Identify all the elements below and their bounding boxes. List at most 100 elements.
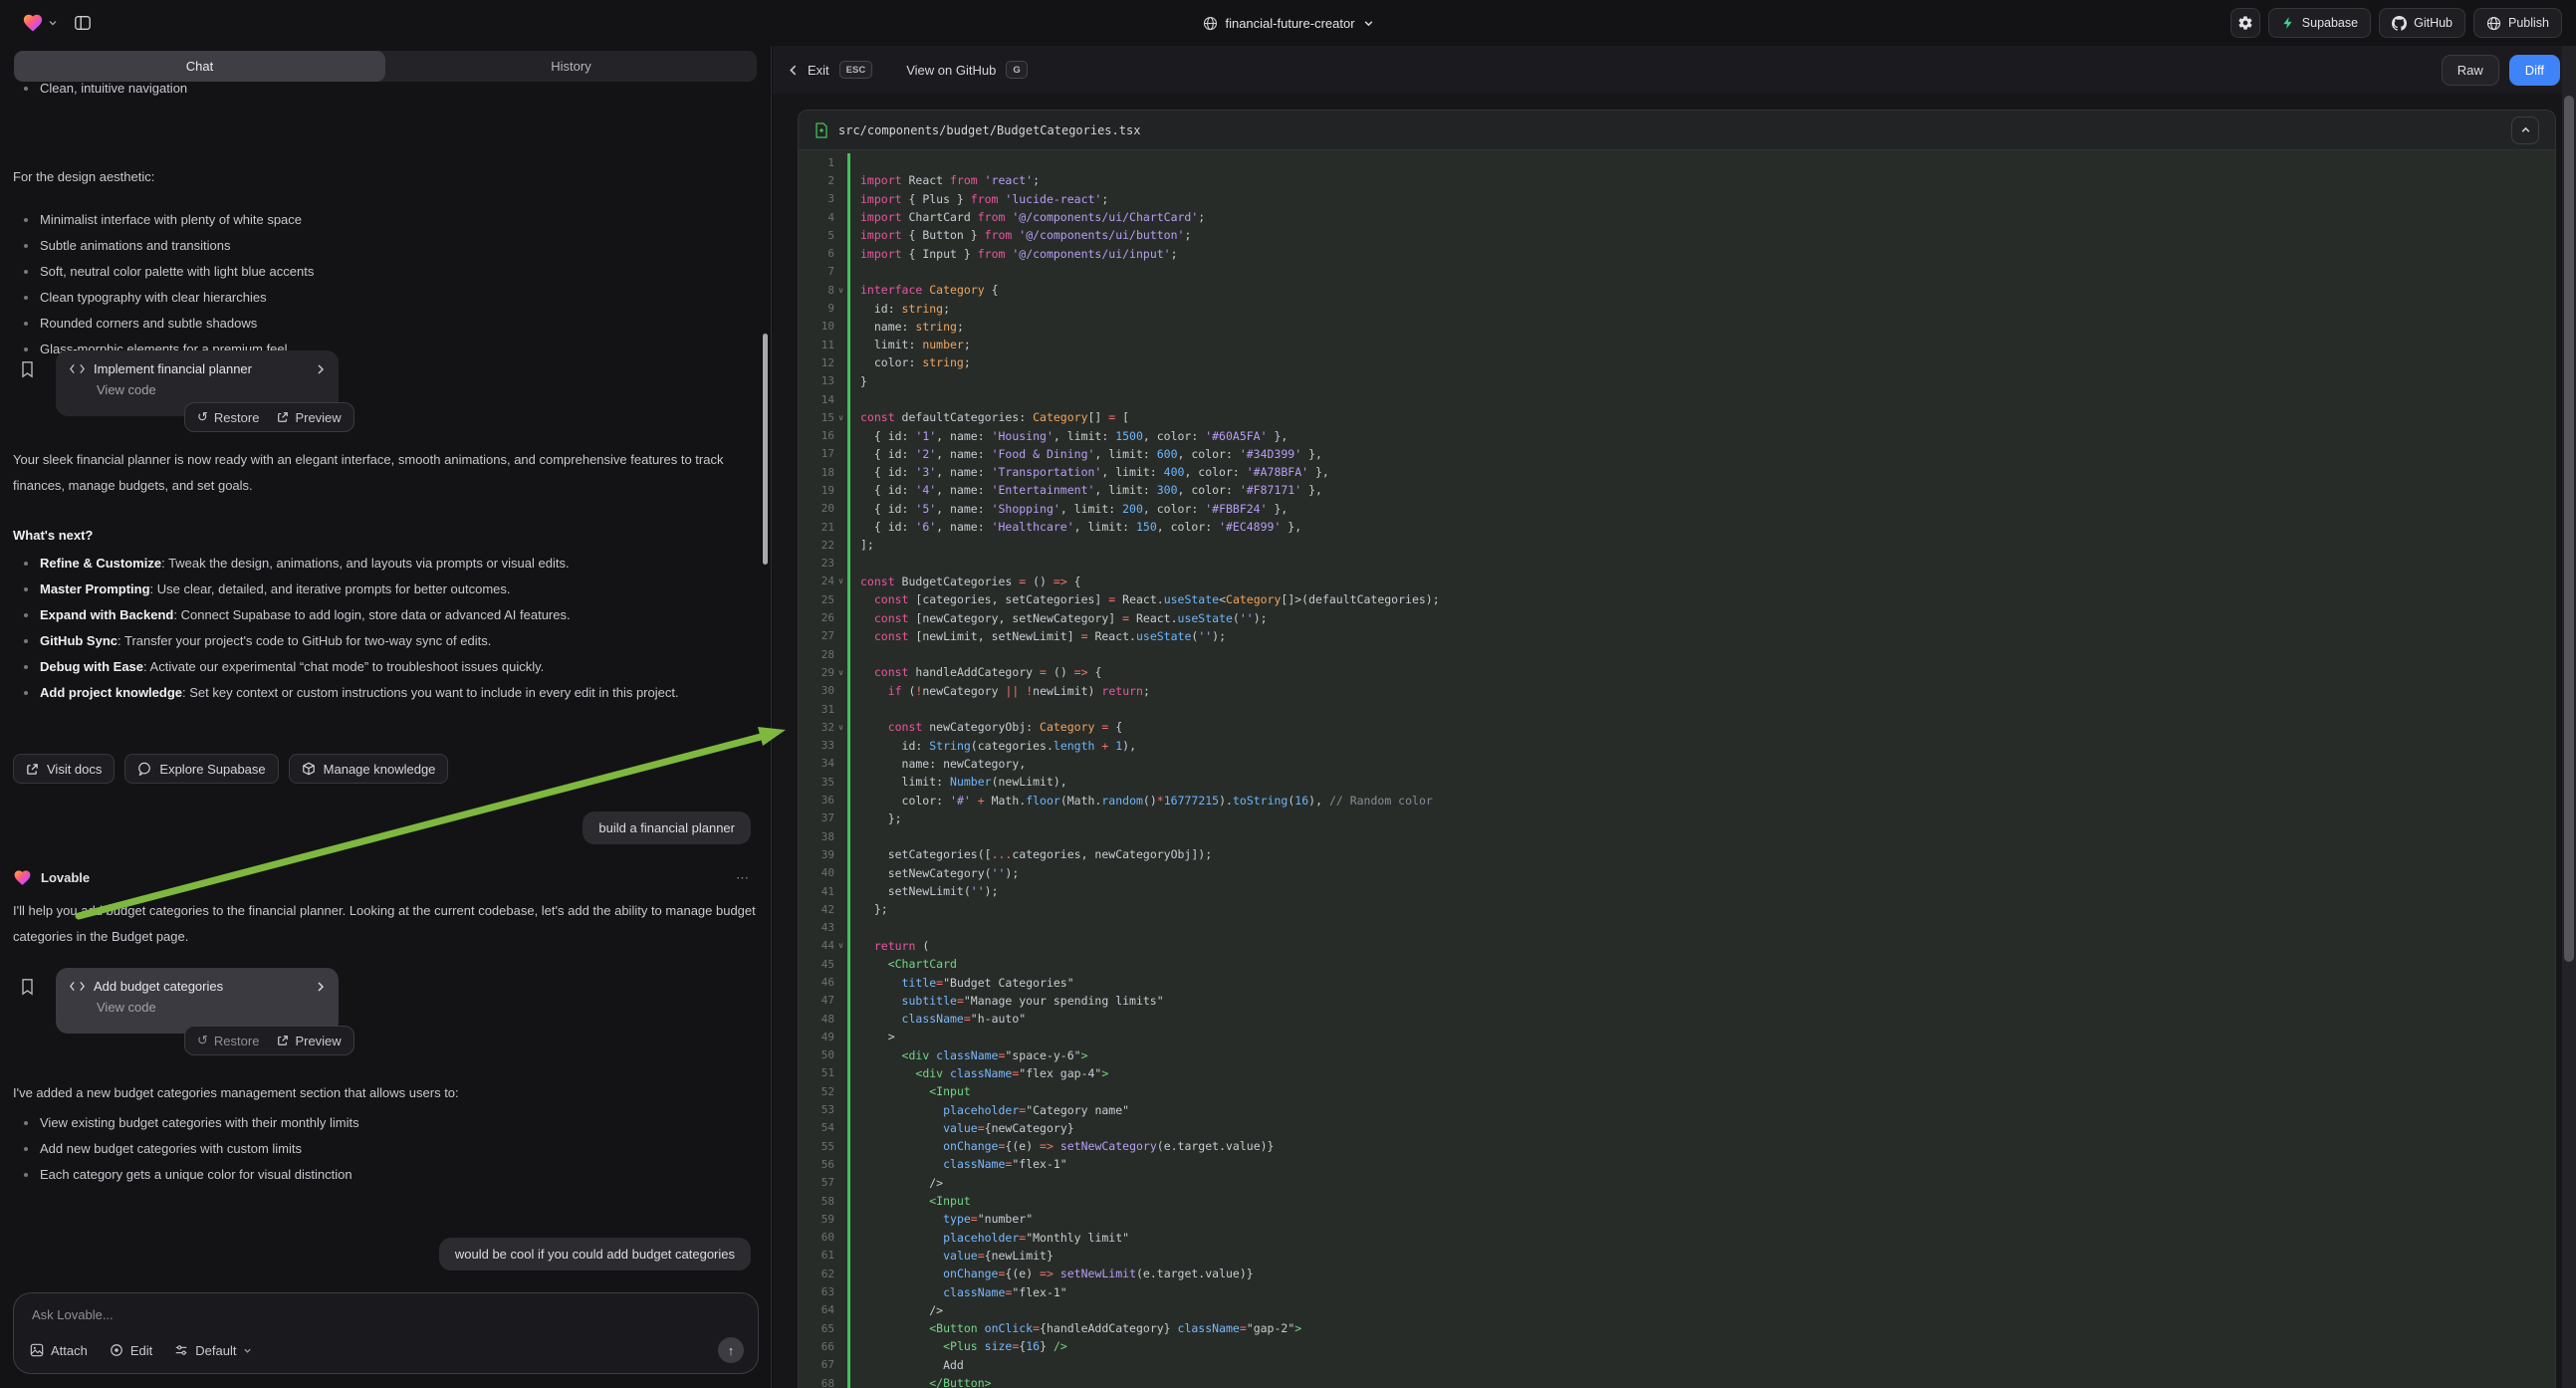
list-item: Subtle animations and transitions [40, 233, 758, 259]
project-selector[interactable]: financial-future-creator [1202, 0, 1373, 46]
list-item: GitHub Sync: Transfer your project's cod… [40, 628, 758, 654]
list-item: Add new budget categories with custom li… [40, 1136, 758, 1162]
code-icon [70, 981, 85, 992]
explore-supabase-button[interactable]: Explore Supabase [124, 754, 278, 784]
code-line: 50 <div className="space-y-6"> [799, 1046, 2555, 1064]
github-label: GitHub [2414, 16, 2453, 30]
added-paragraph: I've added a new budget categories manag… [13, 1080, 758, 1106]
send-button[interactable]: ↑ [718, 1337, 744, 1363]
code-line: 30 if (!newCategory || !newLimit) return… [799, 682, 2555, 700]
code-editor[interactable]: 12import React from 'react';3import { Pl… [799, 150, 2555, 1388]
chevron-right-icon [317, 363, 325, 375]
version-card-add-budget-categories[interactable]: Add budget categories View code [56, 968, 339, 1034]
code-icon [70, 363, 85, 374]
manage-knowledge-button[interactable]: Manage knowledge [289, 754, 449, 784]
code-line: 15∨const defaultCategories: Category[] =… [799, 408, 2555, 426]
added-bullet-list: View existing budget categories with the… [13, 1110, 758, 1188]
chat-input[interactable] [32, 1307, 740, 1322]
code-line: 23 [799, 555, 2555, 573]
code-line: 41 setNewLimit(''); [799, 882, 2555, 900]
manage-knowledge-label: Manage knowledge [324, 762, 436, 777]
bookmark-icon[interactable] [20, 360, 35, 378]
code-line: 59 type="number" [799, 1210, 2555, 1228]
restore-button[interactable]: ↺ Restore [197, 1033, 259, 1048]
lovable-logo-menu[interactable] [22, 12, 58, 34]
external-link-icon [277, 411, 289, 423]
code-line: 7 [799, 263, 2555, 281]
chat-panel: Chat History Clean, intuitive navigation… [0, 46, 772, 1388]
code-line: 28 [799, 645, 2555, 663]
top-header: financial-future-creator Supabase [0, 0, 2576, 46]
view-code-link[interactable]: View code [97, 1000, 325, 1015]
list-item: Add project knowledge: Set key context o… [40, 680, 758, 706]
chat-message-fragment: Clean, intuitive navigation [13, 76, 758, 102]
mode-select[interactable]: Default [174, 1343, 252, 1358]
mode-label: Default [195, 1343, 236, 1358]
restore-label: Restore [214, 1034, 260, 1048]
external-link-icon [26, 763, 39, 776]
visit-docs-button[interactable]: Visit docs [13, 754, 115, 784]
list-item: Soft, neutral color palette with light b… [40, 259, 758, 285]
attach-button[interactable]: Attach [30, 1343, 88, 1358]
code-line: 25 const [categories, setCategories] = R… [799, 590, 2555, 608]
restore-button[interactable]: ↺ Restore [197, 409, 259, 425]
code-line: 39 setCategories([...categories, newCate… [799, 845, 2555, 863]
edit-button[interactable]: Edit [110, 1343, 152, 1358]
user-message-2: would be cool if you could add budget ca… [439, 1238, 751, 1271]
code-line: 29∨ const handleAddCategory = () => { [799, 663, 2555, 681]
g-key-badge: G [1006, 61, 1027, 79]
chat-scrollbar[interactable] [763, 334, 768, 565]
code-line: 27 const [newLimit, setNewLimit] = React… [799, 627, 2555, 645]
code-line: 68 </Button> [799, 1374, 2555, 1388]
settings-button[interactable] [2230, 8, 2260, 38]
globe-icon [1202, 16, 1217, 31]
code-line: 61 value={newLimit} [799, 1247, 2555, 1265]
assistant-intro: I'll help you add budget categories to t… [13, 898, 758, 950]
code-line: 63 className="flex-1" [799, 1282, 2555, 1300]
sidebar-toggle-icon[interactable] [68, 8, 98, 38]
code-line: 12 color: string; [799, 353, 2555, 371]
restore-label: Restore [214, 410, 260, 425]
supabase-label: Supabase [2302, 16, 2358, 30]
list-item: Minimalist interface with plenty of whit… [40, 207, 758, 233]
code-topbar: Exit ESC View on GitHub G Raw Diff [773, 46, 2576, 94]
file-card: src/components/budget/BudgetCategories.t… [798, 110, 2556, 1388]
code-line: 32∨ const newCategoryObj: Category = { [799, 718, 2555, 736]
code-line: 26 const [newCategory, setNewCategory] =… [799, 608, 2555, 626]
external-link-icon [277, 1035, 289, 1046]
supabase-button[interactable]: Supabase [2268, 8, 2371, 38]
chevron-down-icon [1363, 18, 1374, 29]
view-on-github-button[interactable]: View on GitHub [906, 63, 996, 78]
raw-toggle-button[interactable]: Raw [2442, 55, 2499, 86]
exit-button[interactable]: Exit [808, 63, 829, 78]
github-button[interactable]: GitHub [2379, 8, 2465, 38]
preview-button[interactable]: Preview [277, 410, 341, 425]
preview-button[interactable]: Preview [277, 1034, 341, 1048]
chevron-down-icon [48, 18, 58, 28]
supabase-icon [2281, 16, 2295, 30]
code-line: 37 }; [799, 810, 2555, 827]
code-line: 58 <Input [799, 1192, 2555, 1210]
code-line: 46 title="Budget Categories" [799, 973, 2555, 991]
list-item: Clean typography with clear hierarchies [40, 285, 758, 311]
esc-key-badge: ESC [839, 61, 873, 79]
diff-toggle-button[interactable]: Diff [2509, 55, 2560, 86]
list-item: Rounded corners and subtle shadows [40, 311, 758, 337]
version-title: Implement financial planner [94, 361, 308, 376]
file-icon [815, 122, 828, 138]
list-item: Each category gets a unique color for vi… [40, 1162, 758, 1188]
code-line: 11 limit: number; [799, 336, 2555, 353]
code-scrollbar-thumb[interactable] [2564, 96, 2574, 962]
code-surface: src/components/budget/BudgetCategories.t… [773, 94, 2576, 1388]
code-line: 31 [799, 700, 2555, 718]
collapse-file-button[interactable] [2511, 116, 2539, 144]
bookmark-icon[interactable] [20, 978, 35, 996]
file-header[interactable]: src/components/budget/BudgetCategories.t… [799, 111, 2555, 150]
list-item: Refine & Customize: Tweak the design, an… [40, 551, 758, 577]
publish-button[interactable]: Publish [2473, 8, 2562, 38]
version-title: Add budget categories [94, 979, 308, 994]
message-menu-icon[interactable]: ⋯ [736, 870, 751, 886]
back-chevron-icon[interactable] [789, 64, 798, 77]
view-code-link[interactable]: View code [97, 382, 325, 397]
explore-supabase-label: Explore Supabase [159, 762, 265, 777]
